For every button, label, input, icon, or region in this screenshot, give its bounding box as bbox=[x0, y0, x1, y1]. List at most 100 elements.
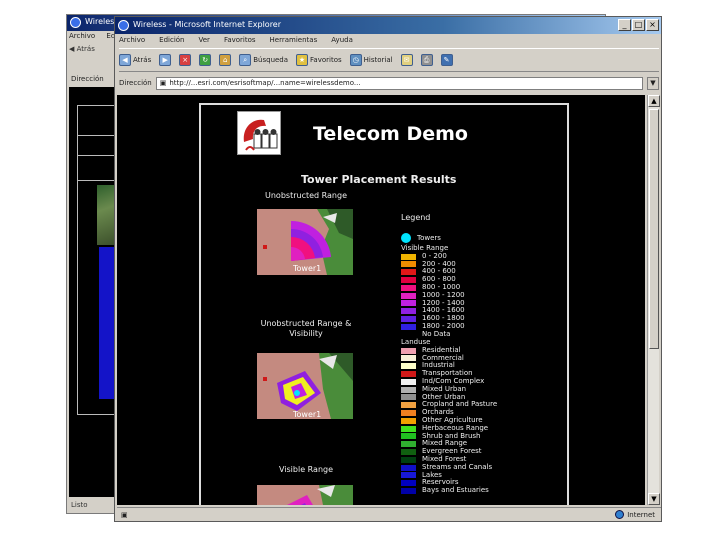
refresh-button[interactable]: ↻ bbox=[199, 54, 212, 66]
legend-swatch bbox=[401, 417, 416, 424]
home-button[interactable]: ⌂ bbox=[219, 54, 232, 66]
stop-icon: × bbox=[179, 54, 192, 66]
window-title: Wireless - Microsoft Internet Explorer bbox=[133, 20, 282, 29]
background-divider bbox=[77, 135, 117, 136]
search-button[interactable]: ⌕ Búsqueda bbox=[239, 54, 288, 66]
legend-swatch bbox=[401, 371, 416, 378]
status-page-icon: ▣ bbox=[121, 510, 128, 519]
forward-arrow-icon: ▶ bbox=[159, 54, 172, 66]
legend-towers: Towers bbox=[401, 233, 441, 243]
page-icon: ▣ bbox=[159, 79, 167, 87]
legend-swatch bbox=[401, 425, 416, 432]
status-bar: ▣ Internet bbox=[117, 507, 661, 521]
tower-dot-icon bbox=[401, 233, 411, 243]
internet-explorer-icon bbox=[118, 20, 129, 31]
telephone-logo-icon bbox=[243, 119, 278, 151]
menu-edit[interactable]: Edición bbox=[159, 36, 184, 44]
scroll-down-button[interactable]: ▼ bbox=[648, 493, 660, 505]
refresh-icon: ↻ bbox=[199, 54, 212, 66]
address-value: http://...esri.com/esrisoftmap/...name=w… bbox=[169, 79, 361, 87]
page-viewport[interactable]: Telecom Demo Tower Placement Results Uno… bbox=[117, 95, 645, 505]
legend-swatch bbox=[401, 316, 416, 323]
back-arrow-icon: ◀ bbox=[69, 45, 75, 53]
scroll-thumb[interactable] bbox=[649, 109, 659, 349]
security-zone: Internet bbox=[615, 510, 655, 519]
legend-swatch bbox=[401, 456, 416, 463]
legend-towers-label: Towers bbox=[417, 234, 441, 242]
background-menu-file[interactable]: Archivo bbox=[69, 32, 95, 40]
vertical-scrollbar[interactable]: ▲ ▼ bbox=[647, 95, 660, 505]
browser-window[interactable]: Wireless - Microsoft Internet Explorer _… bbox=[114, 16, 662, 522]
stop-button[interactable]: × bbox=[179, 54, 192, 66]
toolbar: ◀ Atrás ▶ × ↻ ⌂ ⌕ Búsqueda ★ Favoritos ◷ His… bbox=[119, 48, 659, 72]
back-button[interactable]: ◀ Atrás bbox=[119, 54, 151, 66]
legend-swatch bbox=[401, 292, 416, 299]
menu-tools[interactable]: Herramientas bbox=[270, 36, 318, 44]
search-label: Búsqueda bbox=[253, 56, 289, 64]
background-back-button[interactable]: ◀ Atrás bbox=[69, 45, 119, 71]
legend-swatch bbox=[401, 323, 416, 330]
address-input[interactable]: ▣ http://...esri.com/esrisoftmap/...name… bbox=[155, 76, 643, 90]
edit-button[interactable]: ✎ bbox=[440, 54, 453, 66]
legend-swatch bbox=[401, 386, 416, 393]
legend-swatch bbox=[401, 464, 416, 471]
legend-swatch bbox=[401, 449, 416, 456]
legend-swatch bbox=[401, 308, 416, 315]
menu-favorites[interactable]: Favoritos bbox=[224, 36, 256, 44]
telecom-demo-page: Telecom Demo Tower Placement Results Uno… bbox=[199, 103, 569, 505]
favorites-label: Favoritos bbox=[310, 56, 342, 64]
minimize-button[interactable]: _ bbox=[618, 19, 631, 31]
menu-help[interactable]: Ayuda bbox=[331, 36, 353, 44]
scroll-up-button[interactable]: ▲ bbox=[648, 95, 660, 107]
address-dropdown-button[interactable]: ▼ bbox=[647, 76, 659, 90]
background-divider bbox=[77, 180, 117, 181]
telecom-logo bbox=[237, 111, 281, 155]
address-label: Dirección bbox=[119, 79, 152, 87]
menu-file[interactable]: Archivo bbox=[119, 36, 145, 44]
menu-view[interactable]: Ver bbox=[199, 36, 210, 44]
back-label: Atrás bbox=[133, 56, 152, 64]
map-label-visible-range: Visible Range bbox=[278, 465, 334, 474]
legend-swatch bbox=[401, 472, 416, 479]
window-title-bar[interactable]: Wireless - Microsoft Internet Explorer _… bbox=[115, 17, 661, 34]
map-label-unobstructed-range-visibility: Unobstructed Range & Visibility bbox=[260, 319, 352, 338]
legend-label: Bays and Estuaries bbox=[422, 486, 489, 495]
legend-swatch bbox=[401, 269, 416, 276]
window-controls: _ □ × bbox=[618, 19, 659, 31]
internet-explorer-icon bbox=[70, 17, 81, 28]
tower-tag-1: Tower1 bbox=[292, 264, 321, 273]
print-icon: ⎙ bbox=[420, 54, 433, 66]
legend-swatch bbox=[401, 363, 416, 370]
background-status-bar: Listo bbox=[71, 501, 88, 509]
legend-swatch bbox=[401, 284, 416, 291]
forward-button[interactable]: ▶ bbox=[159, 54, 172, 66]
legend-swatch bbox=[401, 480, 416, 487]
address-bar: Dirección ▣ http://...esri.com/esrisoftm… bbox=[119, 75, 659, 91]
search-icon: ⌕ bbox=[239, 54, 252, 66]
mail-button[interactable]: ✉ bbox=[400, 54, 413, 66]
map-unobstructed-range-visibility[interactable]: Tower1 bbox=[257, 353, 353, 419]
print-button[interactable]: ⎙ bbox=[420, 54, 433, 66]
close-button[interactable]: × bbox=[646, 19, 659, 31]
legend-swatch bbox=[401, 433, 416, 440]
history-button[interactable]: ◷ Historial bbox=[349, 54, 393, 66]
legend-swatch bbox=[401, 394, 416, 401]
security-zone-label: Internet bbox=[627, 510, 655, 519]
legend-visible-range: Visible Range 0 - 200 200 - 400 400 - 600 6… bbox=[401, 244, 465, 339]
chevron-down-icon: ▼ bbox=[650, 78, 656, 87]
map-unobstructed-range[interactable]: Tower1 bbox=[257, 209, 353, 275]
maximize-button[interactable]: □ bbox=[632, 19, 645, 31]
legend-swatch bbox=[401, 378, 416, 385]
legend-swatch bbox=[401, 402, 416, 409]
legend-item: Bays and Estuaries bbox=[401, 486, 497, 495]
legend-swatch bbox=[401, 441, 416, 448]
legend-swatch bbox=[401, 253, 416, 260]
legend-swatch bbox=[401, 300, 416, 307]
edit-icon: ✎ bbox=[440, 54, 453, 66]
favorites-button[interactable]: ★ Favoritos bbox=[296, 54, 342, 66]
history-icon: ◷ bbox=[349, 54, 362, 66]
map-visible-range[interactable] bbox=[257, 485, 353, 505]
background-back-label: Atrás bbox=[76, 45, 95, 53]
legend-swatch bbox=[401, 488, 416, 495]
legend-swatch bbox=[401, 277, 416, 284]
